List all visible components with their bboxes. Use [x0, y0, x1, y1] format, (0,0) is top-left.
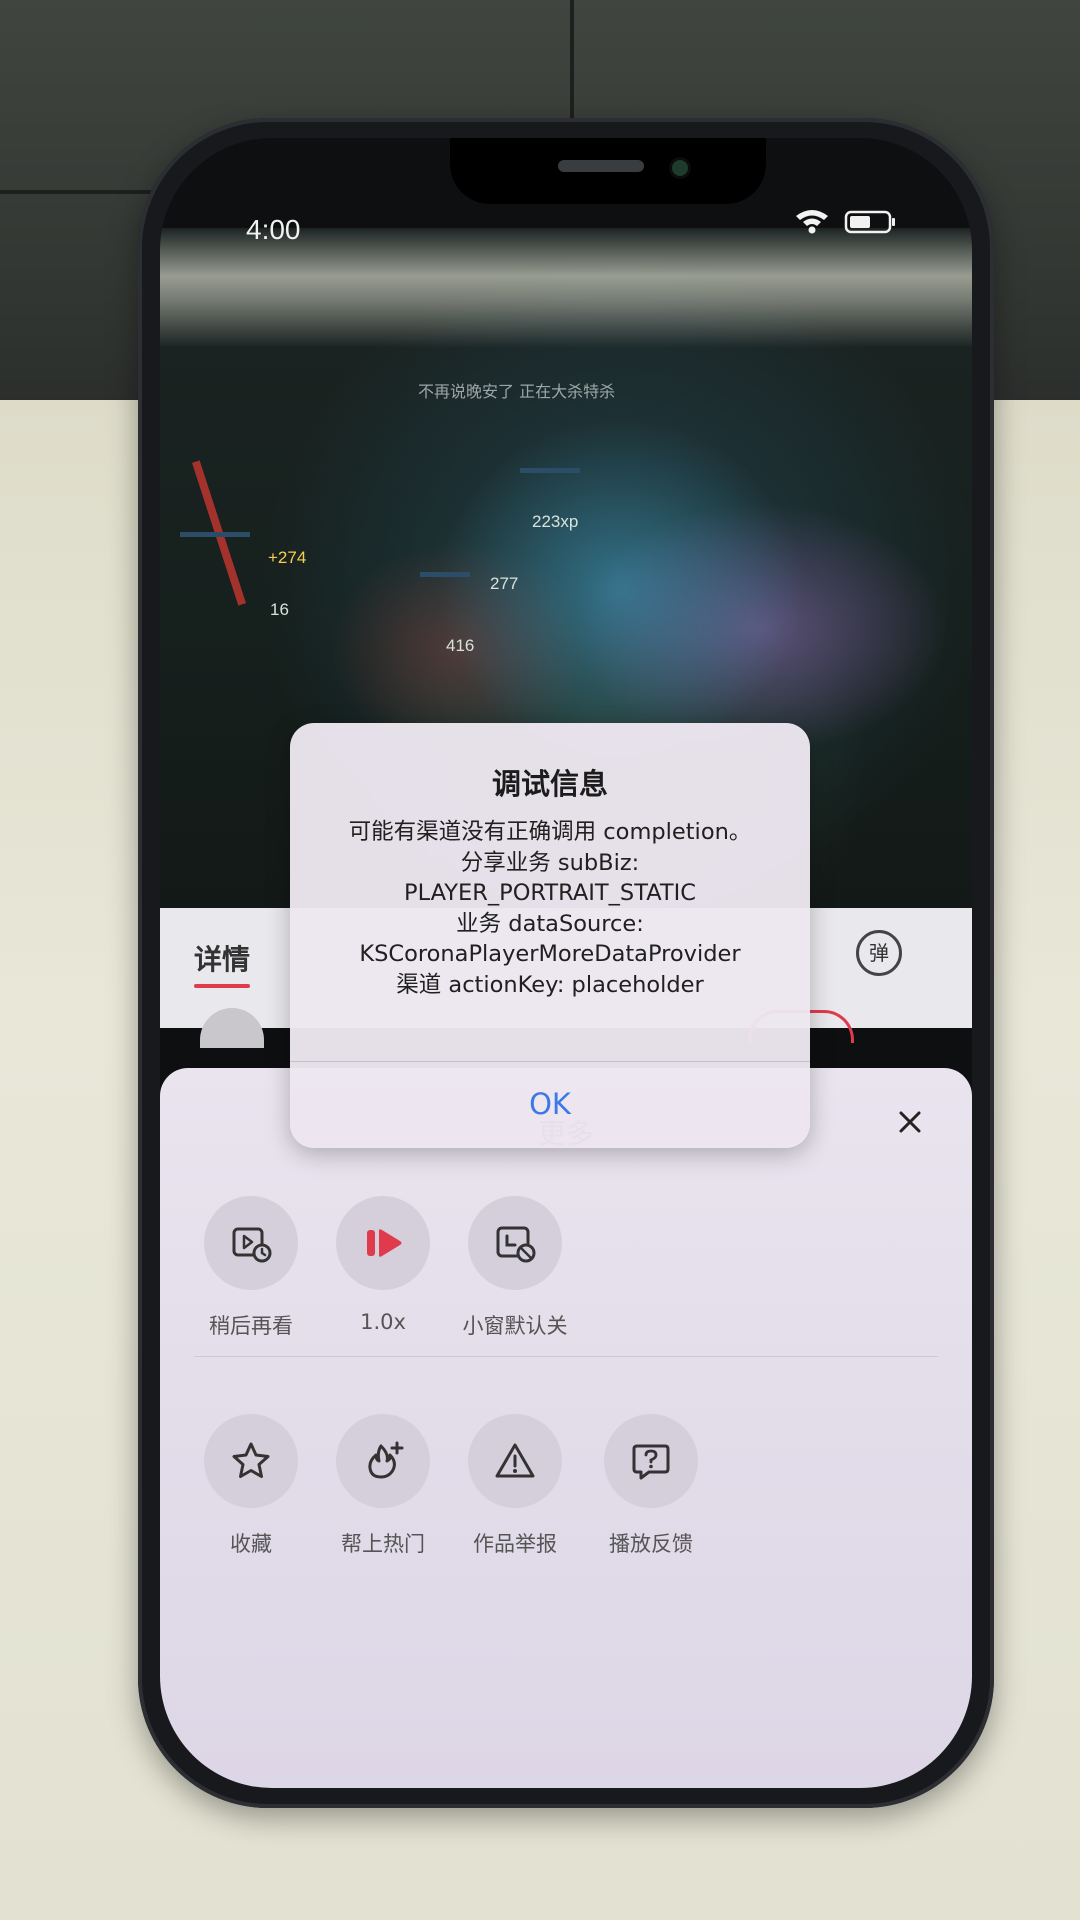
mini-window-off-icon	[468, 1196, 562, 1290]
alert-line: KSCoronaPlayerMoreDataProvider	[359, 941, 741, 967]
alert-line: 可能有渠道没有正确调用 completion。	[348, 819, 752, 845]
mini-window-off-label: 小窗默认关	[462, 1314, 568, 1338]
ok-button[interactable]: OK	[290, 1061, 810, 1147]
status-time: 4:00	[246, 214, 301, 245]
mini-window-off-button[interactable]: 小窗默认关	[460, 1196, 570, 1340]
health-bar	[520, 468, 580, 473]
playback-feedback-button[interactable]: 播放反馈	[596, 1414, 706, 1558]
playback-feedback-label: 播放反馈	[609, 1532, 693, 1556]
screen-glare	[160, 228, 972, 348]
playback-speed-button[interactable]: 1.0x	[328, 1196, 438, 1334]
tab-detail[interactable]: 详情	[194, 938, 250, 978]
favorite-button[interactable]: 收藏	[196, 1414, 306, 1558]
boost-button[interactable]: 帮上热门	[328, 1414, 438, 1558]
hud-gold: +274	[268, 548, 307, 567]
boost-label: 帮上热门	[341, 1532, 425, 1556]
status-icons	[794, 206, 904, 240]
hud-number: 16	[270, 600, 289, 619]
hud-xp: 223xp	[532, 512, 579, 531]
alert-line: 渠道 actionKey: placeholder	[396, 971, 704, 998]
tab-underline	[194, 984, 250, 988]
danmaku-toggle-button[interactable]: 弹	[856, 930, 902, 976]
question-bubble-icon	[604, 1414, 698, 1508]
more-sheet: 更多 稍后再看	[160, 1068, 972, 1788]
star-icon	[204, 1414, 298, 1508]
front-camera	[672, 160, 688, 176]
watch-later-label: 稍后再看	[209, 1314, 293, 1338]
wifi-icon	[796, 210, 828, 234]
favorite-label: 收藏	[230, 1532, 272, 1556]
alert-title: 调试信息	[491, 767, 608, 801]
video-caption: 不再说晚安了 正在大杀特杀	[418, 382, 616, 401]
battery-icon	[844, 210, 895, 234]
watch-later-icon	[204, 1196, 298, 1290]
hud-number: 277	[490, 574, 519, 593]
close-button[interactable]	[892, 1104, 928, 1140]
watch-later-button[interactable]: 稍后再看	[196, 1196, 306, 1340]
report-button[interactable]: 作品举报	[460, 1414, 570, 1558]
health-bar	[420, 572, 470, 577]
speaker	[558, 160, 644, 172]
desk-seam	[570, 0, 574, 120]
alert-line: 业务 dataSource:	[456, 910, 644, 937]
health-bar	[180, 532, 250, 537]
alert-line: 分享业务 subBiz:	[460, 849, 640, 876]
notch	[450, 138, 766, 204]
hud-number: 416	[446, 636, 475, 655]
alert-line: PLAYER_PORTRAIT_STATIC	[404, 880, 696, 906]
sheet-divider	[194, 1356, 938, 1357]
playback-speed-label: 1.0x	[360, 1310, 406, 1334]
alert-message: 可能有渠道没有正确调用 completion。 分享业务 subBiz: PLA…	[290, 817, 810, 1000]
playback-speed-icon	[336, 1196, 430, 1290]
close-icon	[899, 1111, 921, 1133]
boost-icon	[336, 1414, 430, 1508]
report-label: 作品举报	[473, 1532, 557, 1556]
debug-alert: 调试信息 可能有渠道没有正确调用 completion。 分享业务 subBiz…	[290, 723, 810, 1148]
warning-icon	[468, 1414, 562, 1508]
